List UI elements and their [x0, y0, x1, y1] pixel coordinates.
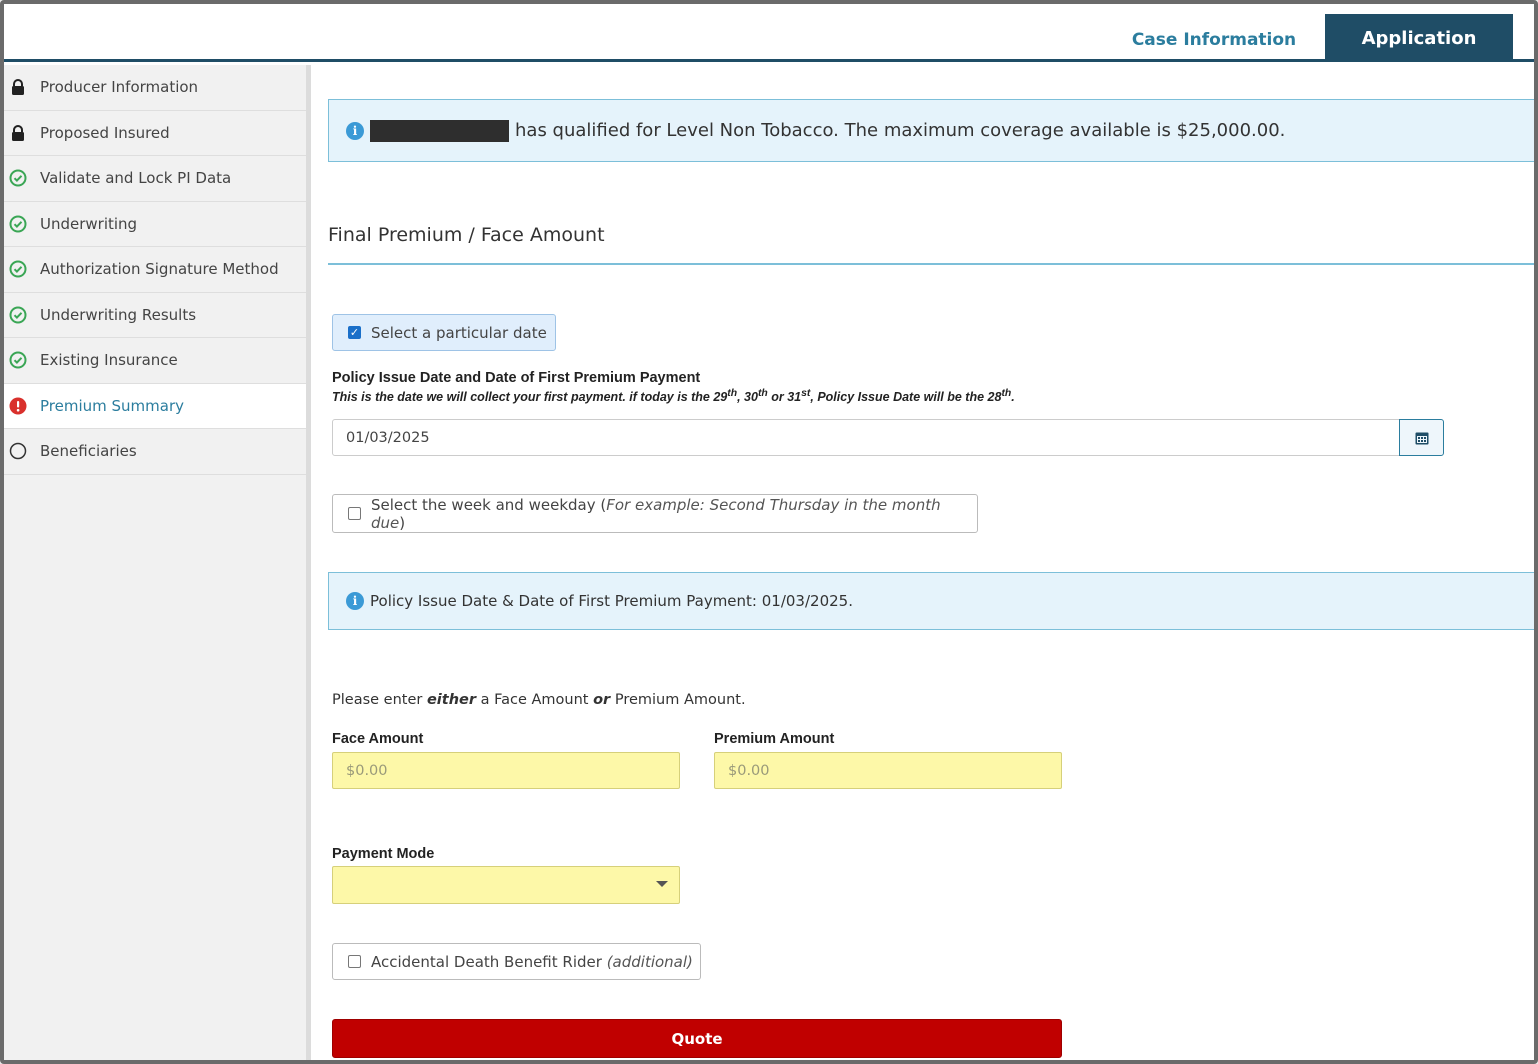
- face-amount-label: Face Amount: [332, 731, 424, 747]
- prompt-text: Premium Amount.: [610, 692, 746, 708]
- prompt-text: a Face Amount: [476, 692, 594, 708]
- adb-rider-label-group: Accidental Death Benefit Rider (addition…: [371, 953, 693, 971]
- main-content: i has qualified for Level Non Tobacco. T…: [316, 65, 1534, 1060]
- sidebar-item-label: Premium Summary: [40, 396, 185, 415]
- hint-sup: st: [801, 388, 811, 399]
- info-icon: i: [346, 121, 364, 140]
- quote-button[interactable]: Quote: [332, 1019, 1062, 1058]
- sidebar-item-proposed-insured[interactable]: Proposed Insured: [4, 111, 306, 156]
- calendar-icon: [1415, 432, 1428, 444]
- check-circle-icon: [9, 351, 27, 369]
- exclamation-circle-icon: [9, 397, 27, 415]
- hint-text: , Policy Issue Date will be the 28: [810, 390, 1002, 405]
- sidebar-item-label: Proposed Insured: [40, 123, 170, 142]
- face-amount-input[interactable]: [332, 752, 680, 789]
- sidebar-item-label: Existing Insurance: [40, 351, 178, 370]
- select-particular-date-label: Select a particular date: [371, 323, 547, 342]
- select-particular-date-checkbox[interactable]: [348, 326, 361, 339]
- sidebar-item-validate-and-lock-pi-data[interactable]: Validate and Lock PI Data: [4, 156, 306, 202]
- sidebar-item-label: Beneficiaries: [40, 442, 137, 461]
- info-icon: i: [346, 592, 364, 610]
- empty-circle-icon: [9, 442, 27, 460]
- premium-amount-label: Premium Amount: [714, 731, 835, 747]
- tab-case-information[interactable]: Case Information: [1114, 18, 1314, 62]
- policy-date-input[interactable]: [332, 419, 1400, 456]
- sidebar-item-label: Authorization Signature Method: [40, 260, 279, 279]
- redacted-name: [370, 119, 509, 142]
- sidebar-item-premium-summary[interactable]: Premium Summary: [4, 383, 306, 429]
- lock-icon: [9, 124, 27, 142]
- select-week-weekday-checkbox[interactable]: [348, 507, 361, 520]
- payment-mode-label: Payment Mode: [332, 846, 435, 862]
- sidebar-item-label: Underwriting Results: [40, 305, 197, 324]
- select-week-weekday-label: Select the week and weekday (For example…: [371, 496, 977, 532]
- app-window: Case Information Application Producer In…: [0, 0, 1538, 1064]
- sidebar-item-underwriting-results[interactable]: Underwriting Results: [4, 293, 306, 338]
- premium-amount-input[interactable]: [714, 752, 1062, 789]
- section-divider: [328, 263, 1534, 265]
- adb-rider-label: Accidental Death Benefit Rider: [371, 952, 607, 971]
- hint-sup: th: [1001, 388, 1012, 399]
- adb-rider-note: (additional): [606, 952, 693, 971]
- policy-date-alert-text: Policy Issue Date & Date of First Premiu…: [370, 592, 853, 610]
- sidebar-item-label: Validate and Lock PI Data: [40, 169, 232, 188]
- week-option-text: Select the week and weekday (: [371, 495, 607, 514]
- sidebar-item-existing-insurance[interactable]: Existing Insurance: [4, 338, 306, 384]
- policy-date-label: Policy Issue Date and Date of First Prem…: [332, 370, 701, 386]
- sidebar-item-authorization-signature-method[interactable]: Authorization Signature Method: [4, 247, 306, 293]
- week-option-close: ): [399, 513, 406, 532]
- caret-down-icon: [656, 881, 668, 887]
- lock-icon: [9, 78, 27, 96]
- hint-sup: th: [727, 388, 738, 399]
- policy-date-alert: i Policy Issue Date & Date of First Prem…: [328, 572, 1534, 630]
- select-particular-date-option[interactable]: Select a particular date: [332, 314, 556, 351]
- adb-rider-option[interactable]: Accidental Death Benefit Rider (addition…: [332, 943, 701, 980]
- top-nav-bar: Case Information Application: [4, 4, 1534, 62]
- policy-date-hint: This is the date we will collect your fi…: [332, 388, 1015, 404]
- hint-text: This is the date we will collect your fi…: [332, 390, 728, 405]
- hint-text: or 31: [767, 390, 802, 405]
- sidebar-item-producer-information[interactable]: Producer Information: [4, 65, 306, 111]
- select-week-weekday-option[interactable]: Select the week and weekday (For example…: [332, 494, 978, 533]
- check-circle-icon: [9, 260, 27, 278]
- amount-prompt: Please enter either a Face Amount or Pre…: [332, 692, 746, 708]
- sidebar-item-label: Producer Information: [40, 78, 199, 97]
- sidebar-item-label: Underwriting: [40, 214, 138, 233]
- tab-application[interactable]: Application: [1325, 14, 1513, 62]
- check-circle-icon: [9, 306, 27, 324]
- payment-mode-select[interactable]: [332, 866, 680, 904]
- hint-text: .: [1011, 390, 1015, 405]
- hint-text: , 30: [737, 390, 758, 405]
- hint-sup: th: [757, 388, 768, 399]
- sidebar-item-beneficiaries[interactable]: Beneficiaries: [4, 429, 306, 475]
- prompt-text: Please enter: [332, 692, 427, 708]
- prompt-either: either: [426, 692, 476, 708]
- sidebar-item-underwriting[interactable]: Underwriting: [4, 202, 306, 247]
- prompt-or: or: [593, 692, 611, 708]
- section-title: Final Premium / Face Amount: [328, 224, 605, 246]
- qualification-alert: i has qualified for Level Non Tobacco. T…: [328, 99, 1534, 162]
- adb-rider-checkbox[interactable]: [348, 955, 361, 968]
- calendar-button[interactable]: [1399, 419, 1444, 456]
- sidebar: Producer Information Proposed Insured Va…: [4, 65, 311, 1060]
- check-circle-icon: [9, 215, 27, 233]
- check-circle-icon: [9, 169, 27, 187]
- qualification-alert-text: has qualified for Level Non Tobacco. The…: [515, 120, 1286, 141]
